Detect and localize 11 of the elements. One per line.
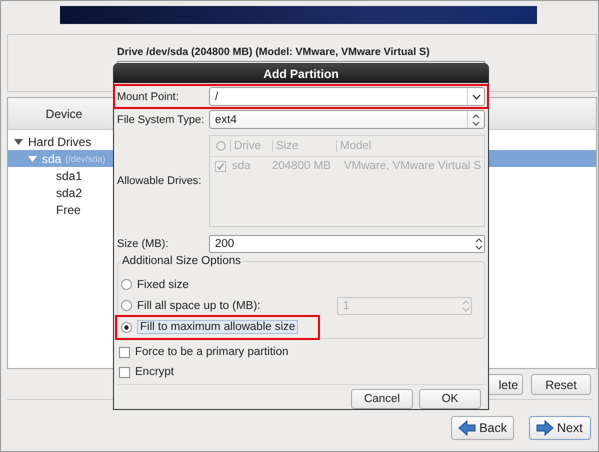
group-title: Additional Size Options <box>121 255 242 267</box>
field-label: File System Type: <box>117 114 206 126</box>
field-label: Size (MB): <box>117 238 170 250</box>
field-label: Mount Point: <box>117 90 180 102</box>
drive-label: Drive /dev/sda (204800 MB) (Model: VMware, VMware Virtual S) <box>117 46 431 58</box>
table-cell: VMware, VMware Virtual S <box>344 160 482 172</box>
field-label: Allowable Drives: <box>117 175 202 187</box>
device-path: (/dev/sda) <box>65 154 106 164</box>
table-cell-text: 204800 MB <box>272 160 332 172</box>
dialog-title: Add Partition <box>114 64 488 83</box>
table-cell-text: sda <box>232 160 252 172</box>
